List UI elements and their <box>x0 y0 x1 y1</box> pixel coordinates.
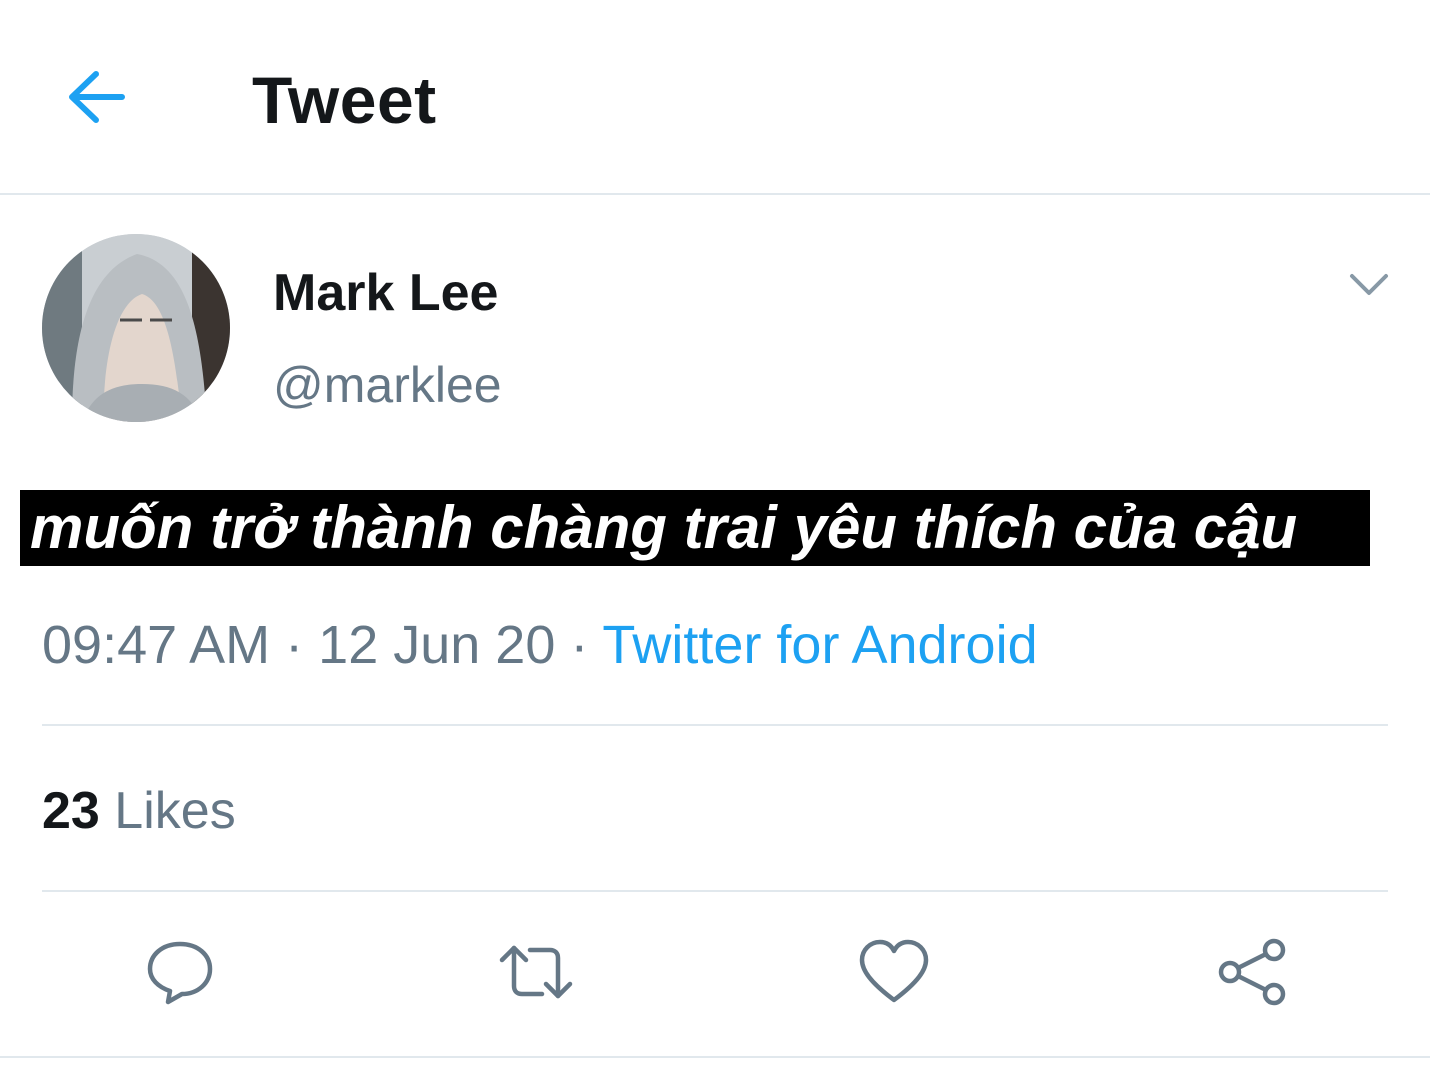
top-bar: Tweet <box>0 0 1430 195</box>
heart-icon <box>859 939 929 1003</box>
author-handle[interactable]: @marklee <box>273 354 502 416</box>
tweet-meta: 09:47 AM · 12 Jun 20 · Twitter for Andro… <box>42 612 1038 678</box>
reply-icon <box>147 941 213 1005</box>
tweet-caption: muốn trở thành chàng trai yêu thích của … <box>30 494 1298 561</box>
divider <box>42 890 1388 892</box>
likes-label: Likes <box>114 782 236 840</box>
chevron-down-icon <box>1350 274 1388 295</box>
avatar[interactable] <box>42 234 230 422</box>
meta-separator: · <box>570 615 589 675</box>
tweet-time: 09:47 AM <box>42 615 271 675</box>
likes-stat[interactable]: 23 Likes <box>42 780 236 842</box>
share-icon <box>1218 938 1286 1006</box>
reply-button[interactable] <box>142 936 218 1008</box>
divider <box>42 724 1388 726</box>
back-button[interactable] <box>62 64 132 130</box>
retweet-icon <box>499 945 573 999</box>
tweet-date: 12 Jun 20 <box>318 615 556 675</box>
author-name[interactable]: Mark Lee <box>273 262 498 324</box>
likes-count: 23 <box>42 782 100 840</box>
arrow-left-icon <box>69 71 125 123</box>
share-button[interactable] <box>1214 936 1290 1008</box>
divider <box>0 1056 1430 1058</box>
more-options-button[interactable] <box>1344 264 1394 308</box>
tweet-source-link[interactable]: Twitter for Android <box>602 615 1037 675</box>
retweet-button[interactable] <box>498 936 574 1008</box>
like-button[interactable] <box>856 936 932 1008</box>
page-title: Tweet <box>252 63 437 137</box>
profile-photo <box>42 234 230 422</box>
meta-separator: · <box>285 615 304 675</box>
